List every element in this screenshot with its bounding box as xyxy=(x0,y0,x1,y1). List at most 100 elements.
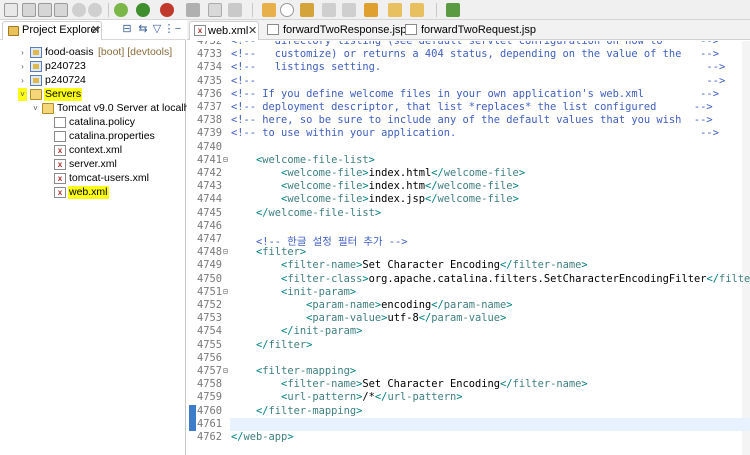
code-line[interactable]: <param-value>utf-8</param-value> xyxy=(231,312,506,324)
line-number: 4740 xyxy=(196,140,222,153)
xml-file-icon: x xyxy=(54,173,66,184)
undo-icon[interactable] xyxy=(72,3,86,17)
line-number: 4744 xyxy=(196,193,222,206)
code-line[interactable]: </filter> xyxy=(231,339,312,351)
file-icon xyxy=(54,117,66,128)
tree-item-label: Servers xyxy=(44,88,83,101)
link-with-editor-icon[interactable]: ⇆ xyxy=(137,23,149,35)
tab-label: forwardTwoRequest.jsp xyxy=(421,24,536,36)
prev-annotation-icon[interactable] xyxy=(342,3,356,17)
xml-file-icon: x xyxy=(194,25,206,36)
fold-toggle-icon[interactable]: ⊟ xyxy=(223,287,228,296)
line-number: 4747 xyxy=(196,233,222,245)
redo-icon[interactable] xyxy=(88,3,102,17)
code-line[interactable]: </filter-mapping> xyxy=(231,405,362,417)
code-editor[interactable]: 4732 <!-- directory listing (see default … xyxy=(187,41,750,455)
vertical-scrollbar[interactable] xyxy=(742,41,750,455)
close-icon[interactable]: ✕ xyxy=(91,23,100,36)
print-icon[interactable] xyxy=(54,3,68,17)
stop-icon[interactable] xyxy=(208,3,222,17)
code-line[interactable]: <filter-class>org.apache.catalina.filter… xyxy=(231,273,750,285)
forward-icon[interactable] xyxy=(410,3,424,17)
line-number: 4761 xyxy=(196,417,222,430)
line-number: 4749 xyxy=(196,259,222,272)
code-line[interactable]: </welcome-file-list> xyxy=(231,207,381,219)
external-tools-icon[interactable] xyxy=(160,3,174,17)
expand-icon[interactable]: › xyxy=(18,74,27,87)
pin-icon[interactable] xyxy=(300,3,314,17)
code-line[interactable]: <url-pattern>/*</url-pattern> xyxy=(231,391,462,403)
fold-toggle-icon[interactable]: ⊟ xyxy=(223,247,228,256)
tree-item-label: catalina.policy xyxy=(69,116,135,128)
server-icon[interactable] xyxy=(186,3,200,17)
expand-icon[interactable]: › xyxy=(18,60,27,73)
open-type-icon[interactable] xyxy=(262,3,276,17)
tree-item-label: context.xml xyxy=(69,144,123,156)
line-number: 4754 xyxy=(196,325,222,338)
code-line[interactable]: <!-- here, so be sure to include any of … xyxy=(231,114,713,126)
minimize-icon[interactable]: − xyxy=(172,23,184,35)
code-line[interactable]: <filter-name>Set Character Encoding</fil… xyxy=(231,378,588,390)
code-line[interactable]: <!-- listings setting. --> xyxy=(231,61,725,73)
run-icon[interactable] xyxy=(136,3,150,17)
fold-toggle-icon[interactable]: ⊟ xyxy=(223,366,228,375)
line-number: 4732 xyxy=(196,41,222,47)
fold-toggle-icon[interactable]: ⊟ xyxy=(223,155,228,164)
last-edit-icon[interactable] xyxy=(364,3,378,17)
tree-item-label: p240723 xyxy=(45,60,86,72)
line-number: 4755 xyxy=(196,338,222,351)
collapse-icon[interactable]: ˅ xyxy=(31,102,40,115)
editor-area: x web.xml ✕ forwardTwoResponse.jsp forwa… xyxy=(187,20,750,455)
tree-item-label: web.xml xyxy=(68,186,109,199)
code-line[interactable]: <param-name>encoding</param-name> xyxy=(231,299,512,311)
code-line[interactable]: <filter> xyxy=(231,246,306,258)
filter-icon[interactable]: ▽ xyxy=(151,23,163,35)
line-number: 4760 xyxy=(196,404,222,417)
code-line[interactable]: <!-- directory listing (see default serv… xyxy=(231,41,719,47)
jsp-file-icon xyxy=(405,24,417,35)
collapse-all-icon[interactable]: ⊟ xyxy=(121,23,133,35)
tree-item-label: server.xml xyxy=(69,158,117,170)
code-line[interactable]: <init-param> xyxy=(231,286,356,298)
tree-item-label: Tomcat v9.0 Server at localhost- xyxy=(57,102,207,114)
back-icon[interactable] xyxy=(388,3,402,17)
tab-forward-two-response[interactable]: forwardTwoResponse.jsp xyxy=(263,21,407,40)
code-line[interactable]: <!-- customize) or returns a 404 status,… xyxy=(231,48,719,60)
save-icon[interactable] xyxy=(22,3,36,17)
line-number: 4733 xyxy=(196,48,222,61)
save-all-icon[interactable] xyxy=(38,3,52,17)
project-icon xyxy=(30,47,42,58)
project-icon xyxy=(30,61,42,72)
line-number: 4734 xyxy=(196,61,222,74)
debug-icon[interactable] xyxy=(114,3,128,17)
project-explorer-tab[interactable]: Project Explorer ✕ xyxy=(2,21,102,40)
code-line[interactable]: <filter-name>Set Character Encoding</fil… xyxy=(231,259,588,271)
new-icon[interactable] xyxy=(4,3,18,17)
code-line[interactable]: </web-app> xyxy=(231,431,294,443)
perspective-icon[interactable] xyxy=(446,3,460,17)
collapse-icon[interactable]: ˅ xyxy=(18,88,27,101)
code-line[interactable]: <welcome-file>index.html</welcome-file> xyxy=(231,167,525,179)
code-line[interactable]: <!-- to use within your application. --> xyxy=(231,127,719,139)
search-icon[interactable] xyxy=(280,3,294,17)
tab-forward-two-request[interactable]: forwardTwoRequest.jsp xyxy=(401,21,536,40)
expand-icon[interactable]: › xyxy=(18,46,27,59)
code-line[interactable]: <!-- If you define welcome files in your… xyxy=(231,88,719,100)
line-number: 4752 xyxy=(196,299,222,311)
tab-web-xml[interactable]: x web.xml ✕ xyxy=(189,21,259,40)
code-line[interactable]: <!-- --> xyxy=(231,75,725,87)
main-toolbar xyxy=(0,0,750,20)
code-line[interactable]: <welcome-file>index.jsp</welcome-file> xyxy=(231,193,519,205)
deploy-icon[interactable] xyxy=(228,3,242,17)
line-number: 4739 xyxy=(196,127,222,140)
code-line[interactable]: <welcome-file-list> xyxy=(231,154,375,166)
close-icon[interactable]: ✕ xyxy=(248,23,257,40)
line-number: 4736 xyxy=(196,87,222,100)
code-line[interactable]: </init-param> xyxy=(231,325,362,337)
line-number: 4746 xyxy=(196,219,222,232)
code-line[interactable]: <welcome-file>index.htm</welcome-file> xyxy=(231,180,519,192)
code-line[interactable]: <!-- deployment descriptor, that list *r… xyxy=(231,101,713,113)
code-line[interactable]: <filter-mapping> xyxy=(231,365,356,377)
next-annotation-icon[interactable] xyxy=(322,3,336,17)
line-number: 4750 xyxy=(196,272,222,285)
